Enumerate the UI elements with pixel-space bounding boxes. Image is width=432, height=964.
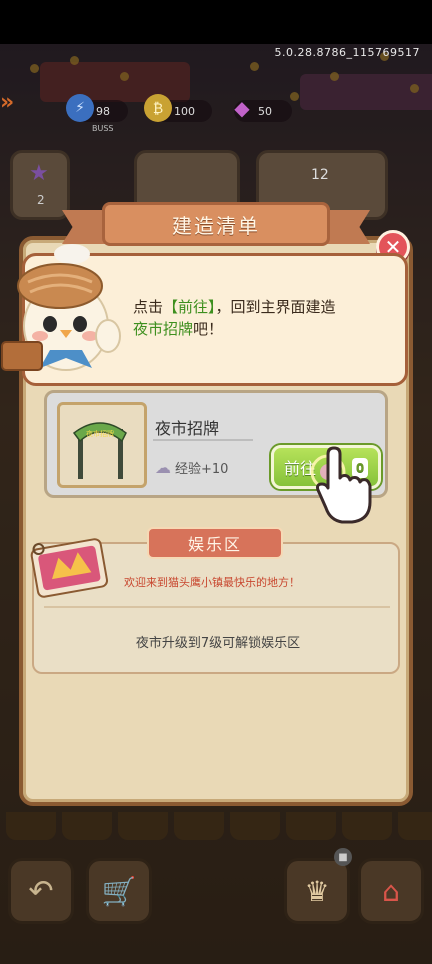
exp-cloud-icon: ☁ [155, 458, 171, 477]
gem-value: 50 [258, 104, 272, 118]
item-exp-label: 经验+10 [175, 462, 229, 477]
item-name: 夜市招牌 [155, 419, 220, 438]
back-button[interactable]: ↶ [8, 858, 74, 924]
gem-icon: ◆ [234, 96, 250, 120]
pointing-hand-icon [310, 446, 372, 524]
food-cart-icon: 🛒 [101, 874, 137, 908]
entertainment-description: 欢迎来到猫头鹰小镇最快乐的地方！ [124, 576, 300, 589]
crown-button[interactable]: ♛ [284, 858, 350, 924]
star-icon: ★ [29, 161, 49, 186]
shop-button[interactable]: ⌂ [358, 858, 424, 924]
owl-chef-mascot-icon [1, 244, 121, 371]
gem-counter: ◆ 50 [234, 96, 292, 122]
panel-title: 建造清单 [102, 202, 330, 246]
coin-value: 100 [174, 104, 195, 118]
food-cart-button[interactable]: 🛒 [86, 858, 152, 924]
energy-counter: ⚡ 98 [66, 94, 128, 122]
item-thumbnail: 夜市招牌 [57, 402, 147, 488]
tutorial-target-highlight: 夜市招牌 [133, 320, 194, 338]
top-card-left-value: 2 [37, 193, 45, 207]
shop-stall-icon: ⌂ [382, 874, 400, 908]
item-exp: ☁ 经验+10 [155, 458, 228, 477]
carnival-ticket-icon [30, 538, 109, 598]
top-card-right-value: 12 [311, 167, 329, 183]
entertainment-title: 娱乐区 [147, 527, 283, 559]
back-arrow-icon[interactable]: » [0, 90, 22, 115]
crown-icon: ♛ [304, 874, 330, 908]
top-card-left: ★ 2 [10, 150, 70, 220]
lightning-icon: ⚡ [66, 94, 94, 122]
energy-sub-label: BUSS [92, 124, 114, 133]
night-market-sign-icon: 夜市招牌 [72, 422, 127, 479]
energy-value: 98 [96, 104, 110, 118]
coin-icon: ₿ [144, 94, 172, 122]
version-label: 5.0.28.8786_115769517 [274, 46, 420, 59]
lock-icon: ■ [334, 848, 352, 866]
entertainment-lock-text: 夜市升级到7级可解锁娱乐区 [135, 636, 301, 651]
curved-arrow-icon: ↶ [28, 873, 54, 909]
entertainment-divider [44, 606, 390, 608]
tutorial-text: 点击【前往】，回到主界面建造 夜市招牌吧！ [133, 298, 336, 338]
tutorial-action-highlight: 【前往】 [163, 298, 216, 316]
item-name-divider [153, 439, 253, 441]
sign-text: 夜市招牌 [86, 429, 114, 438]
coin-counter: ₿ 100 [144, 94, 212, 122]
